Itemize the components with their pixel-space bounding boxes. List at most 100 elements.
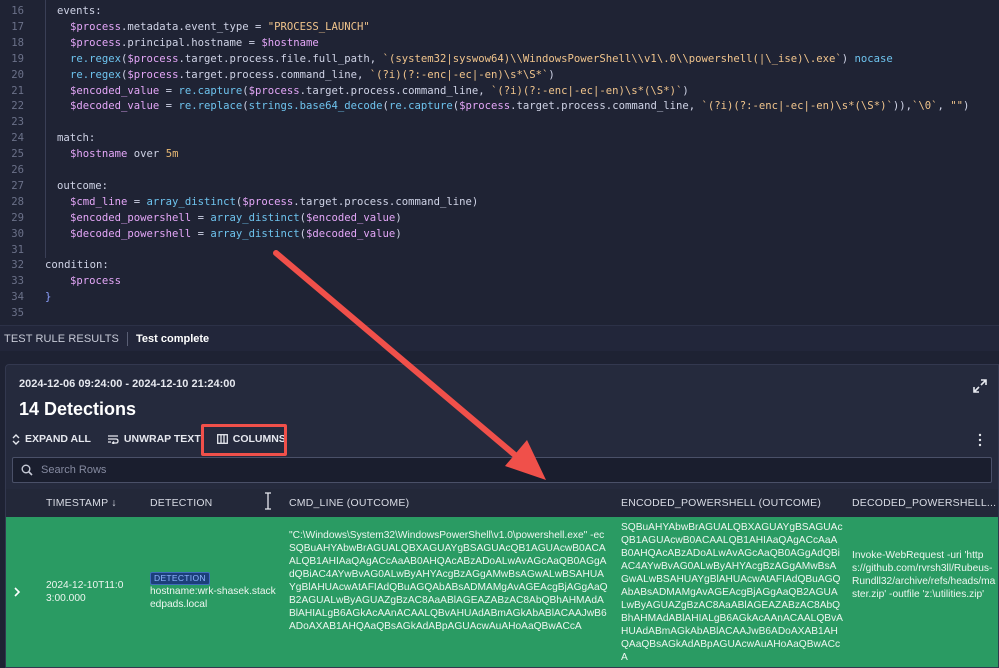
line-number: 28: [11, 195, 24, 208]
code-text: $decoded_powershell = array_distinct($de…: [70, 226, 402, 242]
code-line: 29 $encoded_powershell = array_distinct($…: [0, 210, 999, 226]
status-divider: [127, 331, 128, 346]
code-token: ): [395, 211, 402, 224]
line-number: 19: [11, 52, 24, 65]
code-token: $decoded_value: [70, 100, 160, 113]
code-text: $process: [70, 273, 121, 289]
line-number: 16: [11, 5, 24, 17]
code-token: $encoded_value: [70, 84, 160, 97]
code-token: 5m: [165, 148, 179, 161]
search-rows-input[interactable]: [41, 464, 941, 476]
line-number: 27: [11, 179, 24, 192]
columns-button[interactable]: COLUMNS: [216, 433, 286, 445]
column-header-timestamp[interactable]: TIMESTAMP ↓: [46, 489, 146, 517]
code-line: 16 events:: [0, 3, 999, 19]
chevron-right-icon[interactable]: [12, 585, 22, 599]
code-token: ): [682, 84, 689, 97]
line-number: 32: [11, 259, 24, 272]
more-vertical-icon[interactable]: [977, 433, 983, 447]
code-token: .principal.hostname =: [121, 36, 262, 49]
line-number: 21: [11, 84, 24, 97]
column-header-decoded-powershell[interactable]: DECODED_POWERSHELL...: [852, 489, 997, 517]
code-token: =: [159, 84, 179, 97]
line-number: 18: [11, 36, 24, 49]
code-line: 32 condition:: [0, 257, 999, 273]
code-token: condition:: [45, 259, 109, 272]
test-rule-results-label: TEST RULE RESULTS: [4, 332, 119, 345]
code-token: outcome:: [57, 179, 109, 192]
code-token: match:: [57, 132, 96, 145]
code-token: strings.base64_decode: [248, 100, 383, 113]
code-line: 19 re.regex($process.target.process.file.…: [0, 51, 999, 67]
code-token: ): [963, 100, 970, 113]
code-token: `(?i)(?:-enc|-ec|-en)\s*(\S*)`: [490, 84, 683, 97]
code-token: =: [159, 100, 179, 113]
code-text: $process.principal.hostname = $hostname: [70, 35, 319, 51]
search-rows-field[interactable]: [12, 457, 992, 483]
code-token: }: [45, 291, 52, 304]
line-number: 31: [11, 243, 24, 256]
column-header-encoded-powershell[interactable]: ENCODED_POWERSHELL (OUTCOME): [621, 489, 841, 517]
code-text: events:: [57, 3, 102, 19]
code-token: $process: [70, 36, 122, 49]
line-number: 20: [11, 68, 24, 81]
column-header-cmd-line[interactable]: CMD_LINE (OUTCOME): [289, 489, 609, 517]
unwrap-text-label: UNWRAP TEXT: [123, 433, 201, 445]
code-line: 31: [0, 242, 999, 258]
code-line: 23: [0, 114, 999, 130]
cell-decoded-powershell: Invoke-WebRequest -uri 'https://github.c…: [852, 550, 996, 600]
unwrap-text-button[interactable]: UNWRAP TEXT: [107, 433, 201, 445]
code-token: $process: [242, 195, 294, 208]
fullscreen-icon[interactable]: [973, 379, 987, 393]
code-line: 28 $cmd_line = array_distinct($process.ta…: [0, 194, 999, 210]
code-token: .target.process.command_line,: [299, 84, 491, 97]
test-status-text: Test complete: [136, 332, 210, 345]
code-token: over: [127, 148, 166, 161]
cell-cmd-line: "C:\Windows\System32\WindowsPowerShell\v…: [289, 530, 608, 632]
columns-label: COLUMNS: [232, 433, 286, 445]
code-token: $process: [248, 84, 300, 97]
code-text: outcome:: [57, 178, 108, 194]
test-results-status-bar: TEST RULE RESULTS Test complete: [0, 325, 999, 351]
expand-all-button[interactable]: EXPAND ALL: [12, 433, 91, 445]
code-line: 20 re.regex($process.target.process.comma…: [0, 67, 999, 83]
code-token: re.regex: [70, 68, 122, 81]
column-header-detection[interactable]: DETECTION: [150, 489, 260, 517]
code-token: `(?i)(?:-enc|-ec|-en)\s*\S*`: [369, 68, 549, 81]
code-text: $cmd_line = array_distinct($process.targ…: [70, 194, 478, 210]
code-text: $decoded_value = re.replace(strings.base…: [70, 98, 969, 114]
code-token: ): [395, 227, 402, 240]
table-row[interactable]: 2024-12-10T11:03:00.000 DETECTION hostna…: [6, 517, 998, 667]
line-number: 34: [11, 291, 24, 304]
code-token: re.capture: [178, 84, 243, 97]
code-line: 22 $decoded_value = re.replace(strings.ba…: [0, 98, 999, 114]
line-number: 26: [11, 164, 24, 176]
code-token: nocase: [854, 52, 893, 65]
expand-icon: [12, 433, 20, 445]
code-token: $cmd_line: [70, 195, 128, 208]
code-text: condition:: [45, 257, 109, 273]
code-token: .target.process.command_line,: [178, 68, 370, 81]
code-line: 17 $process.metadata.event_type = "PROCES…: [0, 19, 999, 35]
code-token: $encoded_powershell: [70, 211, 192, 224]
code-token: $process: [127, 52, 179, 65]
search-icon: [21, 464, 33, 476]
code-token: ,: [937, 100, 951, 113]
line-number: 17: [11, 20, 24, 33]
code-text: re.regex($process.target.process.file.fu…: [70, 51, 893, 67]
line-number: 24: [11, 132, 24, 145]
code-line: 34}: [0, 289, 999, 305]
code-token: array_distinct: [210, 227, 300, 240]
code-token: .target.process.file.full_path,: [178, 52, 383, 65]
cell-encoded-powershell: SQBuAHYAbwBrAGUALQBXAGUAYgBSAGUAcQB1AGUA…: [621, 522, 843, 663]
code-token: $encoded_value: [306, 211, 396, 224]
code-line: 27 outcome:: [0, 178, 999, 194]
rule-editor[interactable]: 16 events: 17 $process.metadata.event_type …: [0, 0, 999, 325]
code-token: array_distinct: [146, 195, 236, 208]
column-resize-icon[interactable]: [264, 492, 272, 510]
code-token: $process: [127, 68, 179, 81]
code-token: `\0`: [911, 100, 938, 113]
columns-icon: [216, 434, 228, 444]
line-number: 25: [11, 148, 24, 161]
code-line: 30 $decoded_powershell = array_distinct($…: [0, 226, 999, 242]
